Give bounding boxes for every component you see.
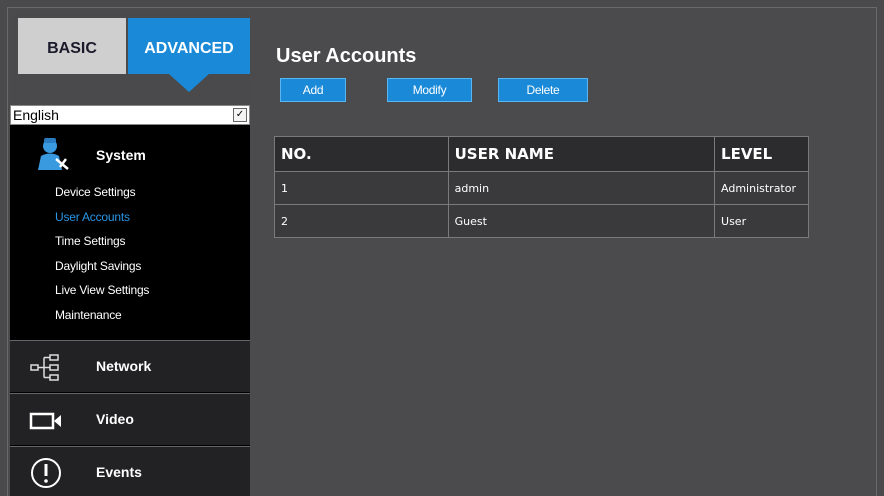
sidebar-item-device-settings[interactable]: Device Settings	[10, 180, 250, 205]
page-title: User Accounts	[276, 45, 417, 67]
alert-exclamation-icon	[31, 458, 61, 488]
language-select-value: English	[13, 107, 59, 123]
cell-no: 2	[274, 204, 449, 238]
chevron-down-icon[interactable]: ✓	[233, 108, 247, 122]
sidebar-item-maintenance[interactable]: Maintenance	[10, 303, 250, 328]
sidebar-item-time-settings[interactable]: Time Settings	[10, 229, 250, 254]
sidebar-section-label: Network	[96, 358, 152, 374]
sidebar-section-system[interactable]: System	[10, 125, 250, 180]
sidebar-item-live-view-settings[interactable]: Live View Settings	[10, 278, 250, 303]
cell-level: Administrator	[714, 171, 809, 205]
tab-advanced[interactable]: ADVANCED	[128, 18, 250, 74]
content-panel: User Accounts Add Modify Delete NO. USER…	[250, 10, 874, 496]
cell-user-name: Guest	[447, 204, 716, 238]
cell-user-name: admin	[447, 171, 716, 205]
cell-level: User	[714, 204, 809, 238]
column-header-no: NO.	[274, 136, 449, 172]
column-header-user-name: USER NAME	[447, 136, 716, 172]
column-header-level: LEVEL	[714, 136, 809, 172]
sidebar-section-label: Video	[96, 411, 134, 427]
admin-person-icon	[38, 138, 69, 170]
delete-button[interactable]: Delete	[498, 78, 588, 102]
sidebar-section-network[interactable]: Network	[10, 340, 250, 392]
sidebar-item-daylight-savings[interactable]: Daylight Savings	[10, 254, 250, 279]
cell-no: 1	[274, 171, 449, 205]
sidebar-section-label: Events	[96, 464, 142, 480]
sidebar: BASIC ADVANCED English ✓ System Device S…	[10, 10, 250, 496]
video-camera-icon	[29, 412, 61, 430]
system-submenu: Device Settings User Accounts Time Setti…	[10, 180, 250, 327]
table-row[interactable]: 2 Guest User	[274, 204, 809, 238]
modify-button[interactable]: Modify	[387, 78, 472, 102]
sidebar-item-user-accounts[interactable]: User Accounts	[10, 205, 250, 230]
mode-tabs: BASIC ADVANCED	[10, 10, 250, 105]
network-tree-icon	[30, 354, 59, 381]
sidebar-section-label: System	[96, 147, 146, 163]
user-accounts-table: NO. USER NAME LEVEL 1 admin Administrato…	[274, 136, 809, 238]
active-tab-arrow	[169, 74, 209, 92]
sidebar-section-video[interactable]: Video	[10, 393, 250, 445]
sidebar-section-events[interactable]: Events	[10, 446, 250, 496]
language-select[interactable]: English ✓	[10, 105, 250, 125]
table-row[interactable]: 1 admin Administrator	[274, 171, 809, 205]
table-header-row: NO. USER NAME LEVEL	[274, 136, 809, 172]
add-button[interactable]: Add	[280, 78, 346, 102]
tab-basic[interactable]: BASIC	[18, 18, 126, 74]
